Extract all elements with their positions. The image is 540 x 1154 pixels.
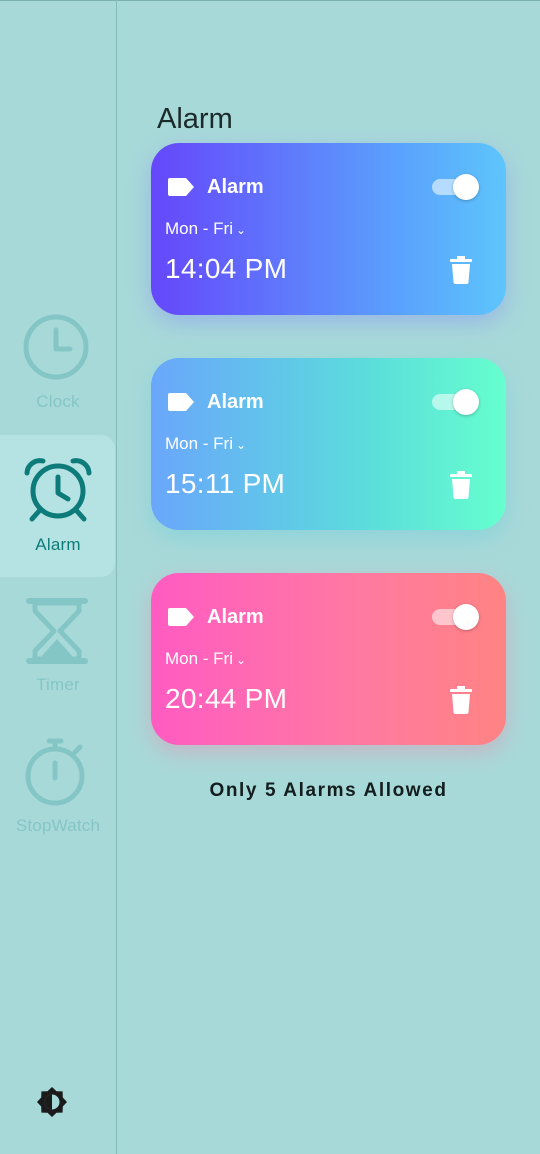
trash-icon[interactable] (449, 686, 473, 714)
sidebar-item-label: Timer (36, 675, 80, 694)
alarm-days-dropdown[interactable]: Mon - Fri ⌄ (165, 434, 246, 454)
trash-icon[interactable] (449, 256, 473, 284)
brightness-icon[interactable] (36, 1086, 68, 1118)
alarm-toggle[interactable] (432, 389, 480, 415)
alarm-card[interactable]: Alarm Mon - Fri ⌄ 15:11 PM (151, 358, 506, 530)
sidebar-item-stopwatch[interactable]: StopWatch (0, 738, 116, 880)
toggle-knob (453, 174, 479, 200)
page-title: Alarm (157, 103, 233, 136)
alarm-name[interactable]: Alarm (207, 606, 264, 629)
alarm-days-dropdown[interactable]: Mon - Fri ⌄ (165, 219, 246, 239)
alarm-days-label: Mon - Fri (165, 219, 233, 238)
toggle-knob (453, 604, 479, 630)
sidebar-item-alarm[interactable]: Alarm (0, 435, 116, 577)
chevron-down-icon: ⌄ (236, 653, 247, 667)
chevron-down-icon: ⌄ (236, 223, 247, 237)
chevron-down-icon: ⌄ (236, 438, 247, 452)
label-tag-icon (168, 178, 194, 196)
toggle-knob (453, 389, 479, 415)
hourglass-icon (26, 598, 88, 664)
alarm-days-dropdown[interactable]: Mon - Fri ⌄ (165, 649, 246, 669)
alarm-time[interactable]: 20:44 PM (165, 683, 287, 715)
alarm-card[interactable]: Alarm Mon - Fri ⌄ 20:44 PM (151, 573, 506, 745)
alarm-time[interactable]: 14:04 PM (165, 253, 287, 285)
sidebar-item-label: Alarm (35, 535, 81, 554)
sidebar-nav: Clock Alarm Timer StopWatch (0, 0, 117, 1154)
stopwatch-icon (25, 738, 85, 806)
sidebar-item-label: Clock (36, 392, 80, 411)
sidebar-item-label: StopWatch (15, 816, 101, 835)
alarm-days-label: Mon - Fri (165, 434, 233, 453)
alarm-card[interactable]: Alarm Mon - Fri ⌄ 14:04 PM (151, 143, 506, 315)
label-tag-icon (168, 608, 194, 626)
trash-icon[interactable] (449, 471, 473, 499)
clock-icon (23, 314, 89, 380)
sidebar-item-timer[interactable]: Timer (0, 597, 116, 739)
alarm-limit-note: Only 5 Alarms Allowed (209, 780, 448, 801)
alarm-toggle[interactable] (432, 174, 480, 200)
alarm-name[interactable]: Alarm (207, 391, 264, 414)
alarm-time[interactable]: 15:11 PM (165, 468, 285, 500)
alarm-name[interactable]: Alarm (207, 176, 264, 199)
alarm-toggle[interactable] (432, 604, 480, 630)
alarm-days-label: Mon - Fri (165, 649, 233, 668)
label-tag-icon (168, 393, 194, 411)
alarm-clock-icon (24, 458, 92, 522)
